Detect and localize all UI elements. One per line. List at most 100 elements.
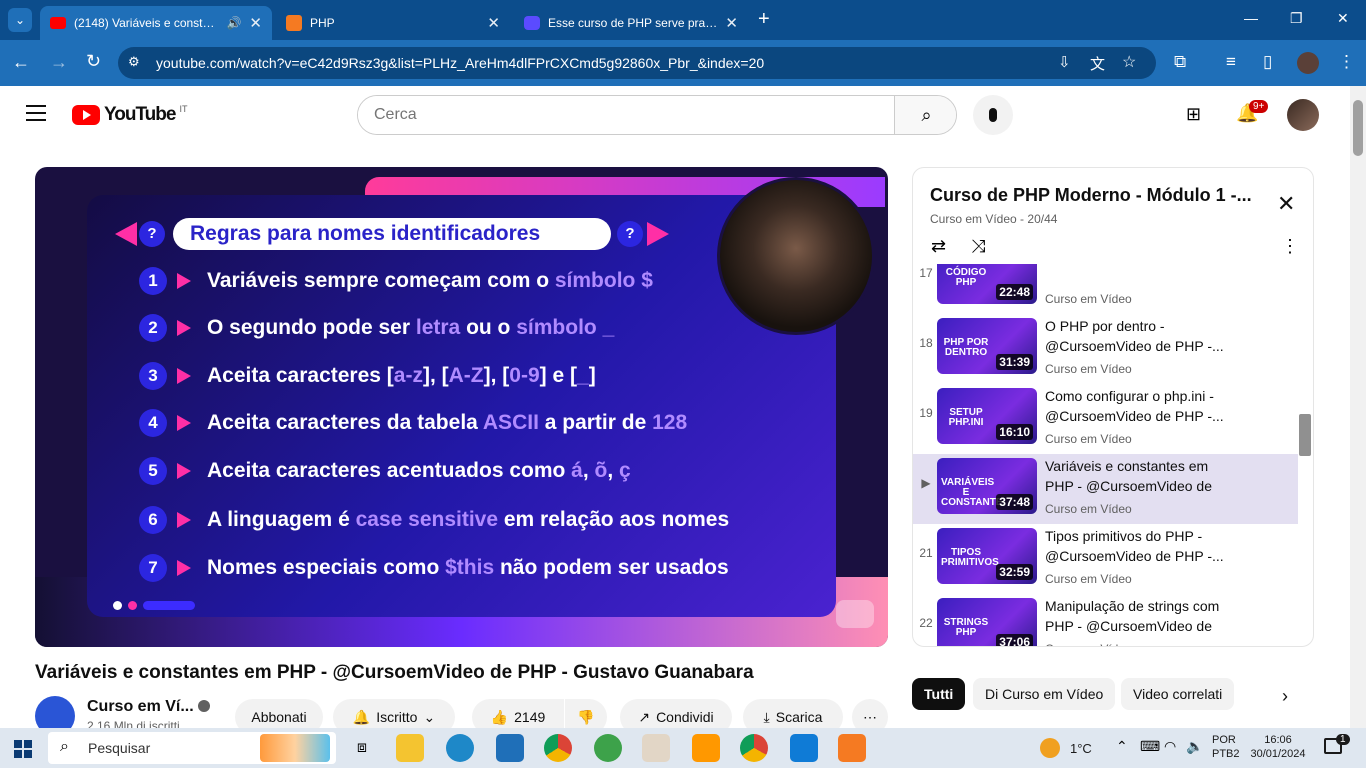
window-close-icon[interactable]: ✕ — [1337, 10, 1349, 27]
voice-search-button[interactable] — [973, 95, 1013, 135]
start-windows-icon[interactable] — [14, 740, 32, 758]
minimize-icon[interactable]: — — [1244, 10, 1258, 26]
chrome-active-icon[interactable] — [740, 734, 768, 762]
reload-icon[interactable]: ↻ — [86, 51, 101, 72]
playlist-item[interactable]: 22 STRINGS PHP 37:06 Manipulação de strings… — [913, 594, 1298, 646]
account-avatar[interactable] — [1287, 99, 1319, 131]
close-playlist-icon[interactable]: ✕ — [1277, 191, 1295, 217]
chips-next-icon[interactable]: › — [1282, 686, 1288, 707]
media-control-icon[interactable]: ≡ — [1226, 52, 1236, 72]
playlist-scrollbar-thumb[interactable] — [1299, 414, 1311, 456]
tab-php[interactable]: PHP ✕ — [276, 6, 510, 40]
video-thumbnail[interactable]: CÓDIGO PHP 22:48 — [937, 264, 1037, 304]
tab-youtube[interactable]: (2148) Variáveis e constante 🔊 ✕ — [40, 6, 272, 40]
file-explorer-icon[interactable] — [396, 734, 424, 762]
app-green-icon[interactable] — [594, 734, 622, 762]
playlist-scrollbar[interactable] — [1298, 268, 1312, 646]
chrome-icon[interactable] — [544, 734, 572, 762]
playlist-channel[interactable]: Curso em Vídeo — [930, 212, 1017, 226]
search-box: ⌕ — [357, 95, 957, 135]
bullet-arrow-icon — [177, 463, 191, 479]
network-icon[interactable]: ⌨ — [1140, 738, 1160, 755]
translate-icon[interactable]: 文 — [1090, 53, 1105, 74]
playlist-item-title[interactable]: Como configurar o php.ini - @CursoemVide… — [1045, 386, 1235, 426]
mail-icon[interactable] — [496, 734, 524, 762]
playlist-item[interactable]: 17 CÓDIGO PHP 22:48 @CursoemVideo de PHP -.… — [913, 264, 1298, 314]
shuffle-icon[interactable]: ⤨ — [971, 236, 985, 257]
vscode-icon[interactable] — [790, 734, 818, 762]
create-video-icon[interactable]: ⊞ — [1186, 104, 1201, 125]
channel-name[interactable]: Curso em Ví... — [87, 698, 194, 716]
video-thumbnail[interactable]: PHP POR DENTRO 31:39 — [937, 318, 1037, 374]
video-thumbnail[interactable]: SETUP PHP.INI 16:10 — [937, 388, 1037, 444]
video-player[interactable]: ? Regras para nomes identificadores ? 1 V… — [35, 167, 888, 647]
rule-text: Aceita caracteres acentuados como á, õ, … — [207, 459, 631, 482]
forward-icon[interactable]: → — [50, 52, 68, 73]
video-thumbnail[interactable]: TIPOS PRIMITIVOS 32:59 — [937, 528, 1037, 584]
playlist-title[interactable]: Curso de PHP Moderno - Módulo 1 -... — [930, 185, 1252, 206]
wifi-icon[interactable]: ◠ — [1164, 738, 1176, 755]
playlist-item-title[interactable]: Variáveis e constantes em PHP - @Cursoem… — [1045, 456, 1235, 496]
browser-menu-icon[interactable]: ⋮ — [1338, 52, 1355, 72]
playlist-item[interactable]: 21 TIPOS PRIMITIVOS 32:59 Tipos primitivos … — [913, 524, 1298, 594]
volume-icon[interactable]: 🔈 — [1186, 738, 1203, 755]
youtube-wordmark: YouTube — [104, 104, 176, 125]
playlist-meta: Curso em Vídeo - 20/44 — [930, 212, 1058, 226]
taskbar-search[interactable]: ⌕ Pesquisar — [48, 732, 336, 764]
task-view-icon[interactable]: ⧈ — [348, 734, 376, 762]
video-thumbnail[interactable]: STRINGS PHP 37:06 — [937, 598, 1037, 646]
new-tab-button[interactable]: + — [758, 8, 770, 31]
tab-curso[interactable]: Esse curso de PHP serve pra mi ✕ — [514, 6, 748, 40]
install-app-icon[interactable]: ⇩ — [1058, 53, 1071, 71]
loop-icon[interactable]: ⇄ — [931, 236, 946, 257]
xampp-icon[interactable] — [838, 734, 866, 762]
video-thumbnail[interactable]: VARIÁVEIS E CONSTANTE 37:48 — [937, 458, 1037, 514]
back-icon[interactable]: ← — [12, 52, 30, 73]
filter-chip[interactable]: Di Curso em Vídeo — [973, 678, 1116, 710]
playlist-item-title[interactable]: Tipos primitivos do PHP - @CursoemVideo … — [1045, 526, 1235, 566]
tab-search-button[interactable]: ⌄ — [8, 8, 32, 32]
clock[interactable]: 16:06 30/01/2024 — [1248, 733, 1308, 761]
playlist-item[interactable]: 19 SETUP PHP.INI 16:10 Como configurar o ph… — [913, 384, 1298, 454]
speaker-icon[interactable]: 🔊 — [226, 16, 241, 30]
scrollbar-thumb[interactable] — [1353, 100, 1363, 156]
input-language[interactable]: POR PTB2 — [1212, 733, 1240, 761]
video-duration: 32:59 — [996, 564, 1033, 580]
search-button[interactable]: ⌕ — [894, 96, 956, 134]
close-icon[interactable]: ✕ — [487, 14, 500, 32]
sublime-text-icon[interactable] — [692, 734, 720, 762]
close-icon[interactable]: ✕ — [725, 14, 738, 32]
hamburger-menu-icon[interactable] — [26, 105, 46, 121]
youtube-logo[interactable]: YouTube IT — [72, 104, 187, 126]
video-duration: 37:06 — [996, 634, 1033, 646]
search-input[interactable] — [358, 96, 894, 134]
edge-icon[interactable] — [446, 734, 474, 762]
restore-icon[interactable]: ❐ — [1290, 10, 1303, 27]
filter-chip[interactable]: Tutti — [912, 678, 966, 710]
playlist-item-title[interactable]: Manipulação de strings com PHP - @Cursoe… — [1045, 596, 1235, 636]
paint-icon[interactable] — [642, 734, 670, 762]
playlist-item-channel: Curso em Vídeo — [1045, 292, 1132, 306]
playlist-item[interactable]: ▶ VARIÁVEIS E CONSTANTE 37:48 Variáveis e c… — [913, 454, 1298, 524]
filter-chip[interactable]: Video correlati — [1121, 678, 1235, 710]
playlist-item-title[interactable]: @CursoemVideo de PHP -... — [1045, 264, 1235, 266]
playlist-more-icon[interactable]: ⋮ — [1281, 236, 1299, 257]
playlist-item-title[interactable]: O PHP por dentro - @CursoemVideo de PHP … — [1045, 316, 1235, 356]
site-info-icon[interactable]: ⚙ — [128, 54, 140, 70]
tray-chevron-icon[interactable]: ⌃ — [1116, 738, 1128, 755]
extensions-icon[interactable]: ⧉ — [1174, 52, 1186, 72]
page-scrollbar[interactable] — [1350, 86, 1366, 728]
bookmark-star-icon[interactable]: ☆ — [1122, 52, 1136, 72]
close-icon[interactable]: ✕ — [249, 14, 262, 32]
side-panel-icon[interactable]: ▯ — [1263, 52, 1272, 72]
temperature[interactable]: 1°C — [1070, 741, 1092, 756]
youtube-watermark-icon[interactable] — [836, 600, 874, 628]
address-bar[interactable]: ⚙ youtube.com/watch?v=eC42d9Rsz3g&list=P… — [118, 47, 1156, 79]
youtube-favicon-icon — [50, 17, 66, 29]
rule-item: 7 Nomes especiais como $this não podem se… — [139, 553, 729, 583]
download-icon: ⤓ — [763, 708, 770, 725]
url-text[interactable]: youtube.com/watch?v=eC42d9Rsz3g&list=PLH… — [156, 55, 764, 71]
weather-icon[interactable] — [1040, 738, 1060, 758]
playlist-item[interactable]: 18 PHP POR DENTRO 31:39 O PHP por dentro - … — [913, 314, 1298, 384]
profile-avatar[interactable] — [1297, 52, 1319, 74]
